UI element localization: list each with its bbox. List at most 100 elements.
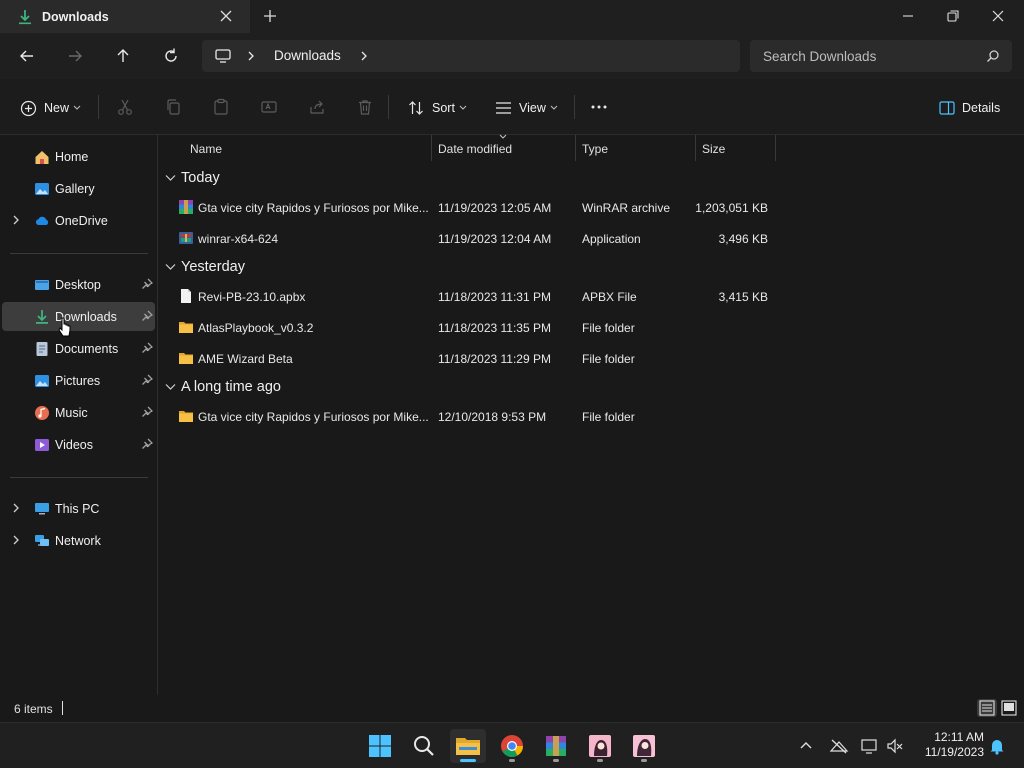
- item-count: 6 items: [14, 702, 53, 716]
- taskbar-winrar[interactable]: [538, 729, 574, 763]
- view-label: View: [519, 101, 546, 115]
- display-icon[interactable]: [860, 736, 880, 756]
- show-hidden-icons-icon[interactable]: [796, 736, 816, 756]
- view-list-icon: [496, 102, 511, 114]
- view-button[interactable]: View: [495, 97, 558, 119]
- sidebar-item-desktop[interactable]: Desktop: [2, 270, 155, 299]
- delete-icon[interactable]: [356, 98, 374, 116]
- details-button[interactable]: Details: [939, 97, 1000, 119]
- taskbar-app-2[interactable]: [626, 729, 662, 763]
- cut-icon[interactable]: [116, 98, 134, 116]
- running-indicator: [509, 759, 515, 762]
- more-options-icon[interactable]: [590, 98, 608, 116]
- rename-icon[interactable]: [260, 98, 278, 116]
- sidebar-item-pictures[interactable]: Pictures: [2, 366, 155, 395]
- details-view-button[interactable]: [977, 699, 997, 717]
- pin-icon[interactable]: [141, 406, 153, 418]
- sidebar-item-gallery[interactable]: Gallery: [2, 174, 155, 203]
- status-divider: [62, 701, 63, 715]
- back-icon[interactable]: [16, 45, 38, 67]
- column-divider[interactable]: [775, 135, 776, 161]
- search-icon[interactable]: [986, 49, 1000, 63]
- taskbar: 12:11 AM 11/19/2023: [0, 722, 1024, 768]
- file-row[interactable]: Gta vice city Rapidos y Furiosos por Mik…: [159, 192, 779, 223]
- refresh-icon[interactable]: [160, 45, 182, 67]
- tab-downloads[interactable]: Downloads: [0, 0, 250, 33]
- column-header-size[interactable]: Size: [696, 135, 775, 161]
- status-bar: 6 items: [0, 695, 1024, 722]
- sidebar-item-label: Music: [55, 406, 88, 420]
- search-input[interactable]: Search Downloads: [763, 49, 876, 64]
- column-header-date[interactable]: Date modified: [432, 134, 575, 161]
- taskbar-file-explorer[interactable]: [450, 729, 486, 763]
- clock-date: 11/19/2023: [924, 745, 984, 759]
- group-header-yesterday[interactable]: Yesterday: [165, 255, 245, 279]
- sidebar-item-downloads[interactable]: Downloads: [2, 302, 155, 331]
- start-button[interactable]: [362, 729, 398, 763]
- breadcrumb-chevron-icon[interactable]: [359, 50, 369, 62]
- volume-muted-icon[interactable]: [885, 736, 905, 756]
- forward-icon[interactable]: [64, 45, 86, 67]
- breadcrumb-chevron-icon[interactable]: [246, 50, 256, 62]
- sidebar-item-music[interactable]: Music: [2, 398, 155, 427]
- pin-icon[interactable]: [141, 438, 153, 450]
- file-row[interactable]: winrar-x64-624 11/19/2023 12:04 AM Appli…: [159, 223, 779, 254]
- minimize-icon[interactable]: [898, 6, 918, 26]
- details-label: Details: [962, 101, 1001, 115]
- address-bar[interactable]: Downloads: [202, 40, 740, 72]
- taskbar-app-1[interactable]: [582, 729, 618, 763]
- pin-icon[interactable]: [141, 310, 153, 322]
- file-row[interactable]: AtlasPlaybook_v0.3.2 11/18/2023 11:35 PM…: [159, 312, 779, 343]
- sidebar-item-documents[interactable]: Documents: [2, 334, 155, 363]
- restore-icon[interactable]: [943, 6, 963, 26]
- taskbar-chrome[interactable]: [494, 729, 530, 763]
- pin-icon[interactable]: [141, 278, 153, 290]
- details-view-icon: [979, 700, 995, 716]
- this-pc-monitor-icon[interactable]: [214, 48, 232, 64]
- winrar-archive-icon: [179, 200, 193, 214]
- close-window-icon[interactable]: [988, 6, 1008, 26]
- system-clock[interactable]: 12:11 AM 11/19/2023: [908, 730, 984, 760]
- tiles-view-button[interactable]: [999, 699, 1019, 717]
- file-row[interactable]: Revi-PB-23.10.apbx 11/18/2023 11:31 PM A…: [159, 281, 779, 312]
- sidebar-item-this-pc[interactable]: This PC: [2, 494, 155, 523]
- sidebar-item-home[interactable]: Home: [2, 142, 155, 171]
- close-tab-icon[interactable]: [218, 8, 234, 24]
- paste-icon[interactable]: [212, 98, 230, 116]
- chevron-right-icon[interactable]: [11, 534, 21, 546]
- chevron-right-icon[interactable]: [11, 214, 21, 226]
- column-header-type[interactable]: Type: [576, 135, 695, 161]
- anime-app-icon: [589, 735, 611, 757]
- taskbar-search-button[interactable]: [406, 729, 442, 763]
- file-row[interactable]: AME Wizard Beta 11/18/2023 11:29 PM File…: [159, 343, 779, 374]
- file-list: Name Date modified Type Size Today Gta v…: [159, 134, 1024, 695]
- running-indicator: [597, 759, 603, 762]
- search-box[interactable]: Search Downloads: [750, 40, 1012, 72]
- chevron-down-icon[interactable]: [165, 383, 176, 391]
- column-header-name[interactable]: Name: [159, 135, 431, 161]
- breadcrumb-downloads[interactable]: Downloads: [274, 48, 341, 63]
- chevron-down-icon[interactable]: [165, 263, 176, 271]
- chevron-right-icon[interactable]: [11, 502, 21, 514]
- folder-icon: [179, 322, 193, 333]
- group-header-today[interactable]: Today: [165, 166, 220, 190]
- share-icon[interactable]: [308, 98, 326, 116]
- sidebar-item-label: Gallery: [55, 182, 95, 196]
- sidebar-item-onedrive[interactable]: OneDrive: [2, 206, 155, 235]
- group-header-long-ago[interactable]: A long time ago: [165, 375, 281, 399]
- file-row[interactable]: Gta vice city Rapidos y Furiosos por Mik…: [159, 401, 779, 432]
- new-button[interactable]: New: [20, 97, 81, 119]
- new-tab-icon[interactable]: [262, 8, 278, 24]
- network-icon: [35, 535, 49, 546]
- copy-icon[interactable]: [164, 98, 182, 116]
- sort-icon: [409, 101, 423, 115]
- no-network-icon[interactable]: [829, 736, 849, 756]
- chevron-down-icon[interactable]: [165, 174, 176, 182]
- pin-icon[interactable]: [141, 342, 153, 354]
- notification-bell-icon[interactable]: [987, 736, 1007, 756]
- up-icon[interactable]: [112, 45, 134, 67]
- sort-button[interactable]: Sort: [408, 97, 467, 119]
- sidebar-item-videos[interactable]: Videos: [2, 430, 155, 459]
- pin-icon[interactable]: [141, 374, 153, 386]
- sidebar-item-network[interactable]: Network: [2, 526, 155, 555]
